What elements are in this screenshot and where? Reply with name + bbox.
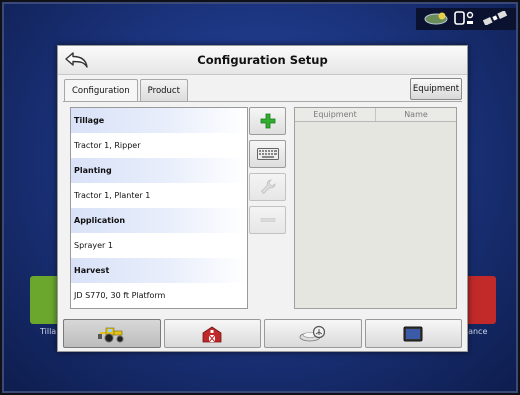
list-item[interactable]: Tractor 1, Ripper bbox=[71, 133, 247, 158]
dialog-header: Configuration Setup bbox=[58, 46, 467, 75]
equipment-table-header: Equipment Name bbox=[295, 108, 456, 122]
list-item[interactable]: JD S770, 30 ft Platform bbox=[71, 283, 247, 308]
nav-equipment-configuration[interactable] bbox=[63, 319, 161, 348]
wrench-icon bbox=[260, 179, 275, 195]
gps-status-icon[interactable] bbox=[423, 10, 449, 29]
group-header-tillage: Tillage bbox=[71, 108, 247, 133]
equipment-button[interactable]: Equipment bbox=[410, 78, 462, 100]
display-icon bbox=[403, 326, 423, 341]
configuration-panel: Tillage Tractor 1, Ripper Planting Tract… bbox=[63, 101, 462, 315]
tab-bar: Configuration Product bbox=[64, 79, 190, 102]
add-button[interactable] bbox=[249, 107, 286, 135]
dialog-title: Configuration Setup bbox=[197, 53, 328, 67]
display-status-icon[interactable] bbox=[454, 10, 476, 29]
equipment-table[interactable]: Equipment Name bbox=[294, 107, 457, 309]
column-header-equipment: Equipment bbox=[295, 108, 376, 121]
column-header-name: Name bbox=[404, 110, 428, 119]
nav-gps-setup[interactable] bbox=[264, 319, 362, 348]
edit-button[interactable] bbox=[249, 173, 286, 201]
action-buttons bbox=[249, 107, 287, 239]
tab-product[interactable]: Product bbox=[139, 79, 188, 101]
keyboard-rename-button[interactable] bbox=[249, 140, 286, 168]
minus-icon bbox=[260, 218, 275, 222]
tab-configuration[interactable]: Configuration bbox=[64, 79, 138, 102]
group-header-application: Application bbox=[71, 208, 247, 233]
group-header-harvest: Harvest bbox=[71, 258, 247, 283]
list-item[interactable]: Sprayer 1 bbox=[71, 233, 247, 258]
home-screen: Tilla dance Configuration Setup Configur… bbox=[2, 2, 518, 393]
gps-receiver-icon bbox=[299, 325, 325, 341]
remove-button[interactable] bbox=[249, 206, 286, 234]
nav-farm-management[interactable] bbox=[163, 319, 261, 348]
configuration-list[interactable]: Tillage Tractor 1, Ripper Planting Tract… bbox=[70, 107, 248, 309]
keyboard-icon bbox=[256, 148, 279, 160]
list-item[interactable]: Tractor 1, Planter 1 bbox=[71, 183, 247, 208]
status-bar bbox=[416, 8, 516, 30]
barn-icon bbox=[202, 326, 222, 342]
tractor-icon bbox=[97, 327, 124, 342]
configuration-setup-dialog: Configuration Setup Configuration Produc… bbox=[57, 45, 468, 352]
group-header-planting: Planting bbox=[71, 158, 247, 183]
add-plus-icon bbox=[260, 113, 275, 129]
bottom-nav bbox=[63, 319, 462, 349]
nav-display-setup[interactable] bbox=[364, 319, 462, 348]
satellite-icon[interactable] bbox=[481, 9, 509, 29]
background-tillage-label: Tilla bbox=[40, 327, 57, 336]
